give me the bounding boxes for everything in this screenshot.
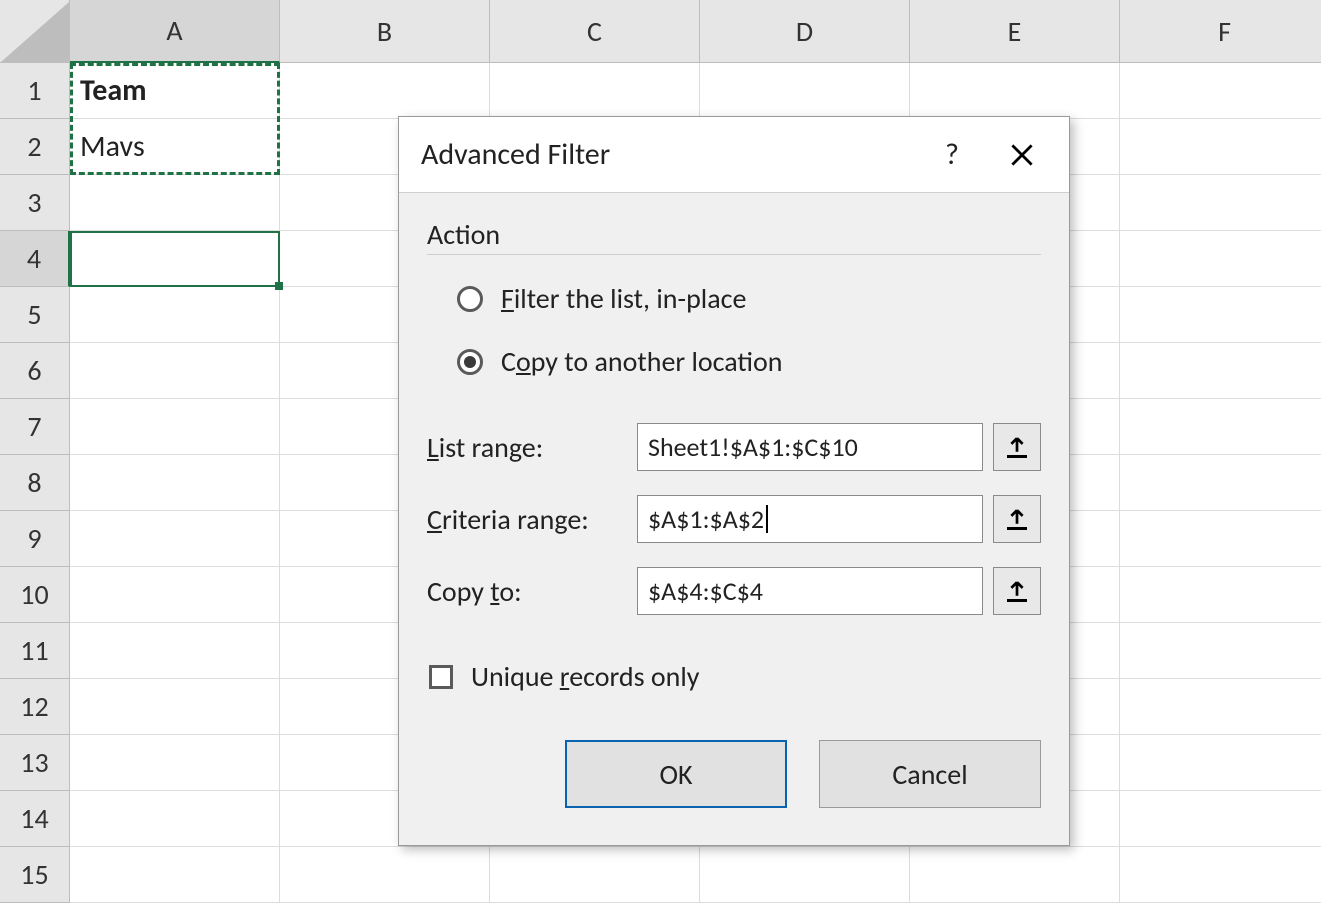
cell-A9[interactable]	[70, 511, 280, 567]
radio-copy-to-location[interactable]: Copy to another location	[427, 330, 1041, 393]
radio-label: Filter the list, in-place	[501, 281, 746, 316]
checkbox-label: Unique records only	[471, 659, 699, 694]
criteria-range-input[interactable]: $A$1:$A$2	[637, 495, 983, 543]
cell-F7[interactable]	[1120, 399, 1321, 455]
row-head-3[interactable]: 3	[0, 175, 70, 231]
cell-A7[interactable]	[70, 399, 280, 455]
cell-D15[interactable]	[700, 847, 910, 903]
divider	[427, 254, 1041, 255]
copy-to-input[interactable]: $A$4:$C$4	[637, 567, 983, 615]
cell-C1[interactable]	[490, 63, 700, 119]
cell-A5[interactable]	[70, 287, 280, 343]
row-head-10[interactable]: 10	[0, 567, 70, 623]
help-button[interactable]: ?	[927, 130, 977, 180]
cell-C15[interactable]	[490, 847, 700, 903]
row-head-11[interactable]: 11	[0, 623, 70, 679]
action-group-label: Action	[427, 217, 1041, 252]
cell-F1[interactable]	[1120, 63, 1321, 119]
list-range-input[interactable]: Sheet1!$A$1:$C$10	[637, 423, 983, 471]
cell-F8[interactable]	[1120, 455, 1321, 511]
cell-A12[interactable]	[70, 679, 280, 735]
cell-B15[interactable]	[280, 847, 490, 903]
row-head-12[interactable]: 12	[0, 679, 70, 735]
radio-label: Copy to another location	[501, 344, 783, 379]
radio-icon	[457, 286, 483, 312]
ok-button[interactable]: OK	[565, 740, 787, 808]
close-button[interactable]	[997, 130, 1047, 180]
dialog-buttons: OK Cancel	[399, 708, 1069, 808]
col-head-C[interactable]: C	[490, 0, 700, 63]
cell-E1[interactable]	[910, 63, 1120, 119]
cell-F15[interactable]	[1120, 847, 1321, 903]
col-head-E[interactable]: E	[910, 0, 1120, 63]
cell-A1[interactable]: Team	[70, 63, 280, 119]
cell-A13[interactable]	[70, 735, 280, 791]
cell-F9[interactable]	[1120, 511, 1321, 567]
cell-F4[interactable]	[1120, 231, 1321, 287]
cell-F13[interactable]	[1120, 735, 1321, 791]
row-head-13[interactable]: 13	[0, 735, 70, 791]
cell-E15[interactable]	[910, 847, 1120, 903]
row-head-6[interactable]: 6	[0, 343, 70, 399]
row-head-7[interactable]: 7	[0, 399, 70, 455]
col-head-B[interactable]: B	[280, 0, 490, 63]
row-head-2[interactable]: 2	[0, 119, 70, 175]
cell-A8[interactable]	[70, 455, 280, 511]
collapse-dialog-icon	[1007, 581, 1027, 601]
cell-B1[interactable]	[280, 63, 490, 119]
cell-A11[interactable]	[70, 623, 280, 679]
list-range-refedit-button[interactable]	[993, 423, 1041, 471]
criteria-range-label: Criteria range:	[427, 502, 637, 537]
row-headers: 1 2 3 4 5 6 7 8 9 10 11 12 13 14 15	[0, 63, 70, 905]
dialog-body: Action Filter the list, in-place Copy to…	[399, 193, 1069, 708]
cell-F6[interactable]	[1120, 343, 1321, 399]
dialog-titlebar[interactable]: Advanced Filter ?	[399, 117, 1069, 193]
copy-to-row: Copy to: $A$4:$C$4	[427, 555, 1041, 627]
text-caret	[766, 505, 768, 533]
row-head-4[interactable]: 4	[0, 231, 70, 287]
collapse-dialog-icon	[1007, 437, 1027, 457]
criteria-range-row: Criteria range: $A$1:$A$2	[427, 483, 1041, 555]
dialog-title: Advanced Filter	[421, 136, 907, 173]
cell-A2[interactable]: Mavs	[70, 119, 280, 175]
cell-F3[interactable]	[1120, 175, 1321, 231]
cell-F14[interactable]	[1120, 791, 1321, 847]
cell-F5[interactable]	[1120, 287, 1321, 343]
row-head-14[interactable]: 14	[0, 791, 70, 847]
unique-records-checkbox[interactable]: Unique records only	[427, 645, 1041, 708]
criteria-range-refedit-button[interactable]	[993, 495, 1041, 543]
row-head-8[interactable]: 8	[0, 455, 70, 511]
select-all-corner[interactable]	[0, 0, 70, 63]
radio-icon	[457, 349, 483, 375]
row-head-15[interactable]: 15	[0, 847, 70, 903]
cell-A10[interactable]	[70, 567, 280, 623]
checkbox-icon	[429, 665, 453, 689]
collapse-dialog-icon	[1007, 509, 1027, 529]
col-head-F[interactable]: F	[1120, 0, 1321, 63]
close-icon	[1011, 144, 1033, 166]
cancel-button[interactable]: Cancel	[819, 740, 1041, 808]
row-head-5[interactable]: 5	[0, 287, 70, 343]
cell-F10[interactable]	[1120, 567, 1321, 623]
cell-A3[interactable]	[70, 175, 280, 231]
cell-F2[interactable]	[1120, 119, 1321, 175]
cell-A6[interactable]	[70, 343, 280, 399]
row-head-9[interactable]: 9	[0, 511, 70, 567]
col-head-D[interactable]: D	[700, 0, 910, 63]
row-head-1[interactable]: 1	[0, 63, 70, 119]
list-range-row: List range: Sheet1!$A$1:$C$10	[427, 411, 1041, 483]
cell-A4[interactable]	[70, 231, 280, 287]
column-headers: A B C D E F	[70, 0, 1321, 63]
copy-to-refedit-button[interactable]	[993, 567, 1041, 615]
cell-F11[interactable]	[1120, 623, 1321, 679]
cell-A14[interactable]	[70, 791, 280, 847]
list-range-label: List range:	[427, 430, 637, 465]
col-head-A[interactable]: A	[70, 0, 280, 63]
copy-to-label: Copy to:	[427, 574, 637, 609]
cell-A15[interactable]	[70, 847, 280, 903]
radio-filter-in-place[interactable]: Filter the list, in-place	[427, 267, 1041, 330]
advanced-filter-dialog: Advanced Filter ? Action Filter the list…	[398, 116, 1070, 846]
cell-D1[interactable]	[700, 63, 910, 119]
cell-F12[interactable]	[1120, 679, 1321, 735]
